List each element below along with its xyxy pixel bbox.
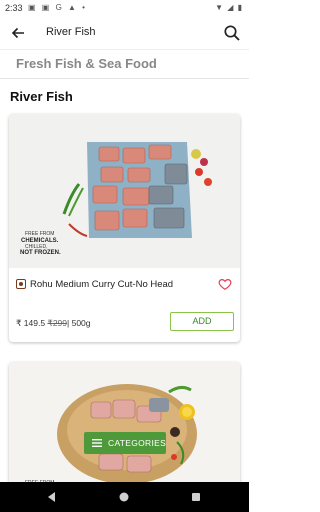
hamburger-icon bbox=[92, 439, 102, 447]
product-card[interactable]: FREE FROM bbox=[9, 362, 240, 492]
price-line: ₹ 149.5 ₹299| 500g bbox=[16, 318, 91, 329]
search-icon[interactable] bbox=[223, 24, 241, 42]
nav-back-icon[interactable] bbox=[46, 491, 58, 503]
app-bar: River Fish bbox=[0, 16, 249, 50]
add-button[interactable]: ADD bbox=[170, 312, 234, 331]
product-card[interactable]: FREE FROM CHEMICALS. CHILLED, NOT FROZEN… bbox=[9, 114, 240, 342]
product-image[interactable]: FREE FROM CHEMICALS. CHILLED, NOT FROZEN… bbox=[9, 114, 240, 268]
mrp-price: ₹299 bbox=[47, 318, 68, 328]
category-subheader: Fresh Fish & Sea Food bbox=[16, 56, 157, 71]
notification-icons: ▣ ▣ G ▲ • bbox=[28, 3, 87, 12]
categories-button[interactable]: CATEGORIES bbox=[84, 432, 166, 454]
product-name[interactable]: Rohu Medium Curry Cut-No Head bbox=[30, 279, 173, 290]
divider bbox=[0, 78, 249, 79]
non-veg-icon bbox=[16, 279, 26, 289]
system-nav-bar bbox=[0, 482, 249, 512]
back-arrow-icon[interactable] bbox=[10, 25, 26, 41]
image-caption-line: NOT FROZEN. bbox=[20, 250, 61, 256]
nav-home-icon[interactable] bbox=[118, 491, 130, 503]
unit-weight: | 500g bbox=[67, 318, 91, 328]
sale-price: ₹ 149.5 bbox=[16, 318, 46, 328]
categories-label: CATEGORIES bbox=[108, 438, 167, 448]
status-time: 2:33 bbox=[5, 3, 23, 13]
heart-icon[interactable] bbox=[218, 277, 232, 291]
system-icons: ▼ ◢ ▮ bbox=[215, 3, 243, 12]
page-title: River Fish bbox=[46, 26, 96, 38]
section-title: River Fish bbox=[10, 89, 73, 104]
image-caption-line: FREE FROM bbox=[25, 231, 54, 237]
status-bar: 2:33 ▣ ▣ G ▲ • ▼ ◢ ▮ bbox=[0, 0, 249, 16]
nav-recents-icon[interactable] bbox=[190, 491, 202, 503]
product-image[interactable]: FREE FROM bbox=[9, 362, 240, 492]
